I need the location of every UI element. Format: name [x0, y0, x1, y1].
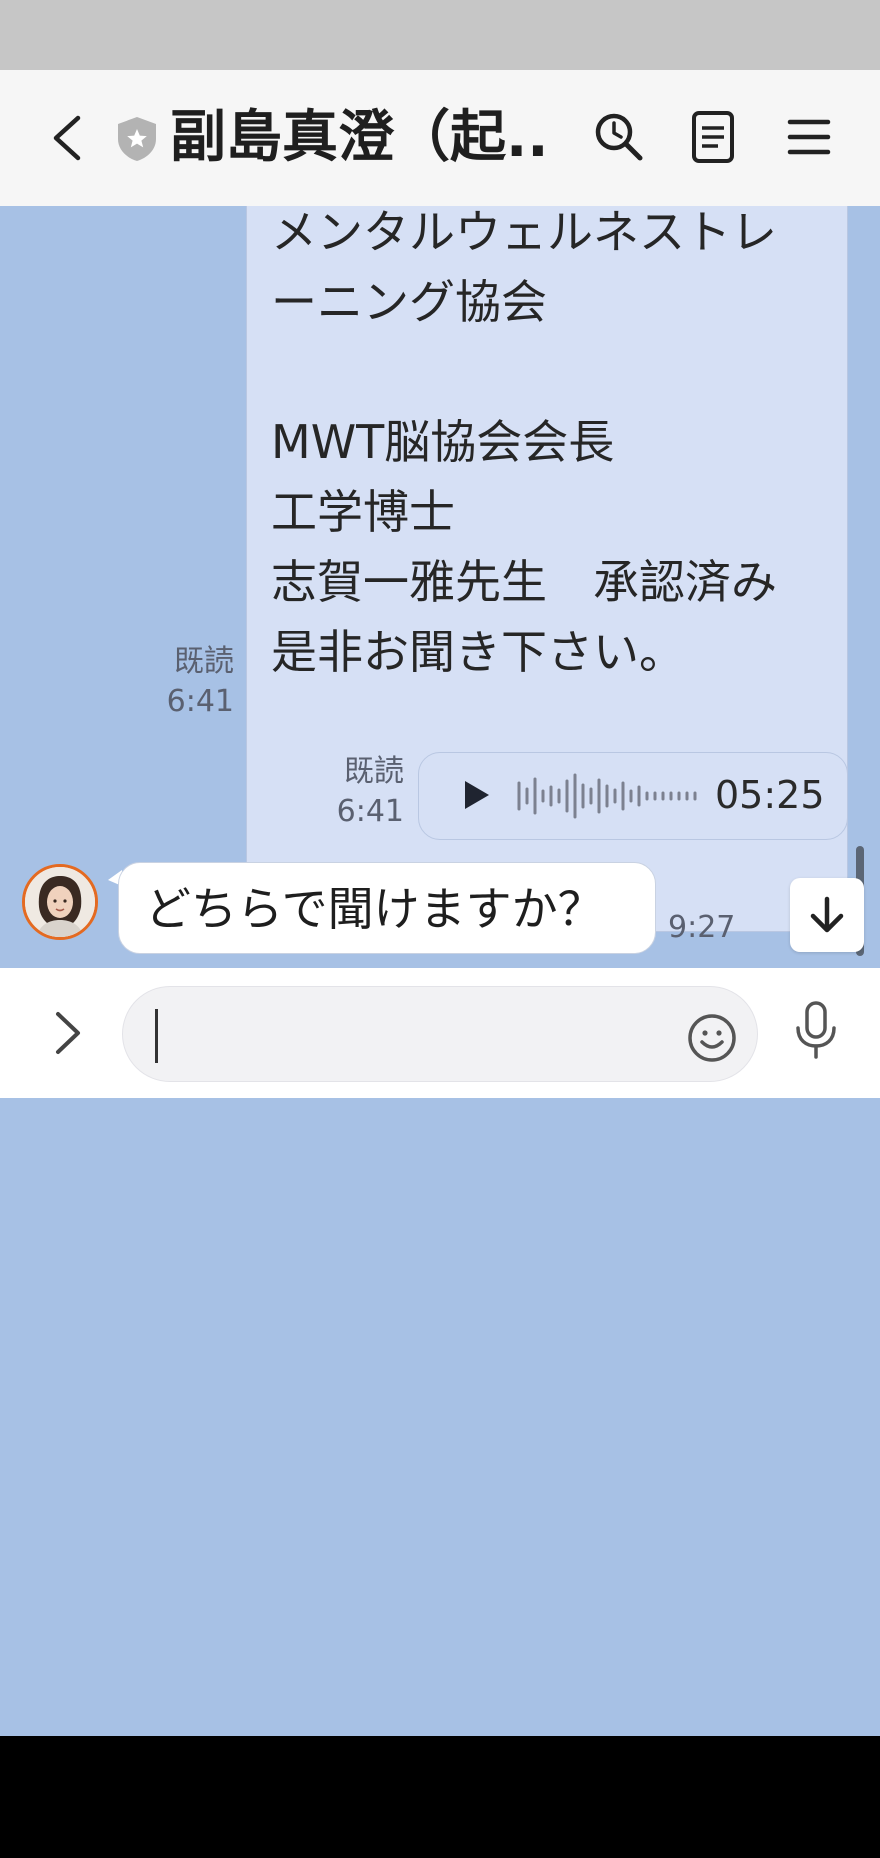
smiley-icon	[688, 1014, 736, 1062]
message-field[interactable]	[122, 986, 758, 1082]
emoji-button[interactable]	[686, 1012, 738, 1064]
scroll-to-bottom-button[interactable]	[790, 878, 864, 952]
message-line: MWT脳協会会長	[271, 415, 615, 469]
message-meta: 9:27	[668, 908, 736, 948]
official-badge	[114, 115, 160, 163]
menu-button[interactable]	[778, 106, 840, 168]
microphone-icon	[796, 1001, 836, 1059]
message-text: メンタルウェルネストレ ーニング協会 MWT脳協会会長 工学博士 志賀一雅先生 …	[271, 206, 841, 687]
play-button[interactable]	[455, 775, 495, 815]
avatar-photo-icon	[25, 867, 95, 937]
message-time: 6:41	[336, 794, 404, 829]
message-line: 是非お聞き下さい。	[271, 625, 685, 679]
expand-button[interactable]	[44, 1008, 92, 1058]
message-time: 9:27	[668, 910, 736, 945]
notes-button[interactable]	[682, 106, 744, 168]
system-navigation-bar	[0, 1736, 880, 1858]
message-line	[271, 337, 841, 407]
audio-duration: 05:25	[715, 773, 825, 817]
read-receipt: 既読	[174, 644, 234, 679]
hamburger-menu-icon	[787, 119, 831, 155]
chat-title[interactable]: 副島真澄（起...	[170, 100, 550, 176]
message-text: どちらで聞けますか？	[145, 882, 604, 936]
chevron-left-icon	[53, 115, 81, 161]
shield-star-icon	[118, 117, 156, 161]
message-input-bar	[0, 968, 880, 1098]
message-line: 工学博士	[271, 485, 455, 539]
message-meta: 既読 6:41	[150, 642, 234, 722]
microphone-button[interactable]	[790, 1000, 842, 1060]
chat-header: 副島真澄（起...	[0, 70, 880, 206]
waveform-icon	[517, 773, 697, 819]
message-meta: 既読 6:41	[320, 752, 404, 832]
message-time: 6:41	[166, 684, 234, 719]
voice-message-bubble[interactable]: 05:25	[418, 752, 848, 840]
avatar[interactable]	[22, 864, 98, 940]
status-bar	[0, 0, 880, 70]
message-line: メンタルウェルネストレ	[271, 206, 777, 259]
search-icon	[595, 113, 643, 161]
read-receipt: 既読	[344, 754, 404, 789]
received-message-bubble[interactable]: どちらで聞けますか？	[118, 862, 656, 954]
text-caret	[155, 1009, 158, 1063]
message-list[interactable]: メンタルウェルネストレ ーニング協会 MWT脳協会会長 工学博士 志賀一雅先生 …	[0, 206, 880, 968]
play-icon	[465, 781, 489, 809]
message-input[interactable]	[153, 1005, 677, 1065]
search-button[interactable]	[588, 106, 650, 168]
message-line: ーニング協会	[271, 275, 547, 329]
chevron-right-icon	[56, 1012, 80, 1054]
message-line: 志賀一雅先生 承認済み	[271, 555, 777, 609]
notes-icon	[692, 111, 734, 163]
back-button[interactable]	[40, 108, 100, 168]
arrow-down-icon	[810, 896, 844, 933]
